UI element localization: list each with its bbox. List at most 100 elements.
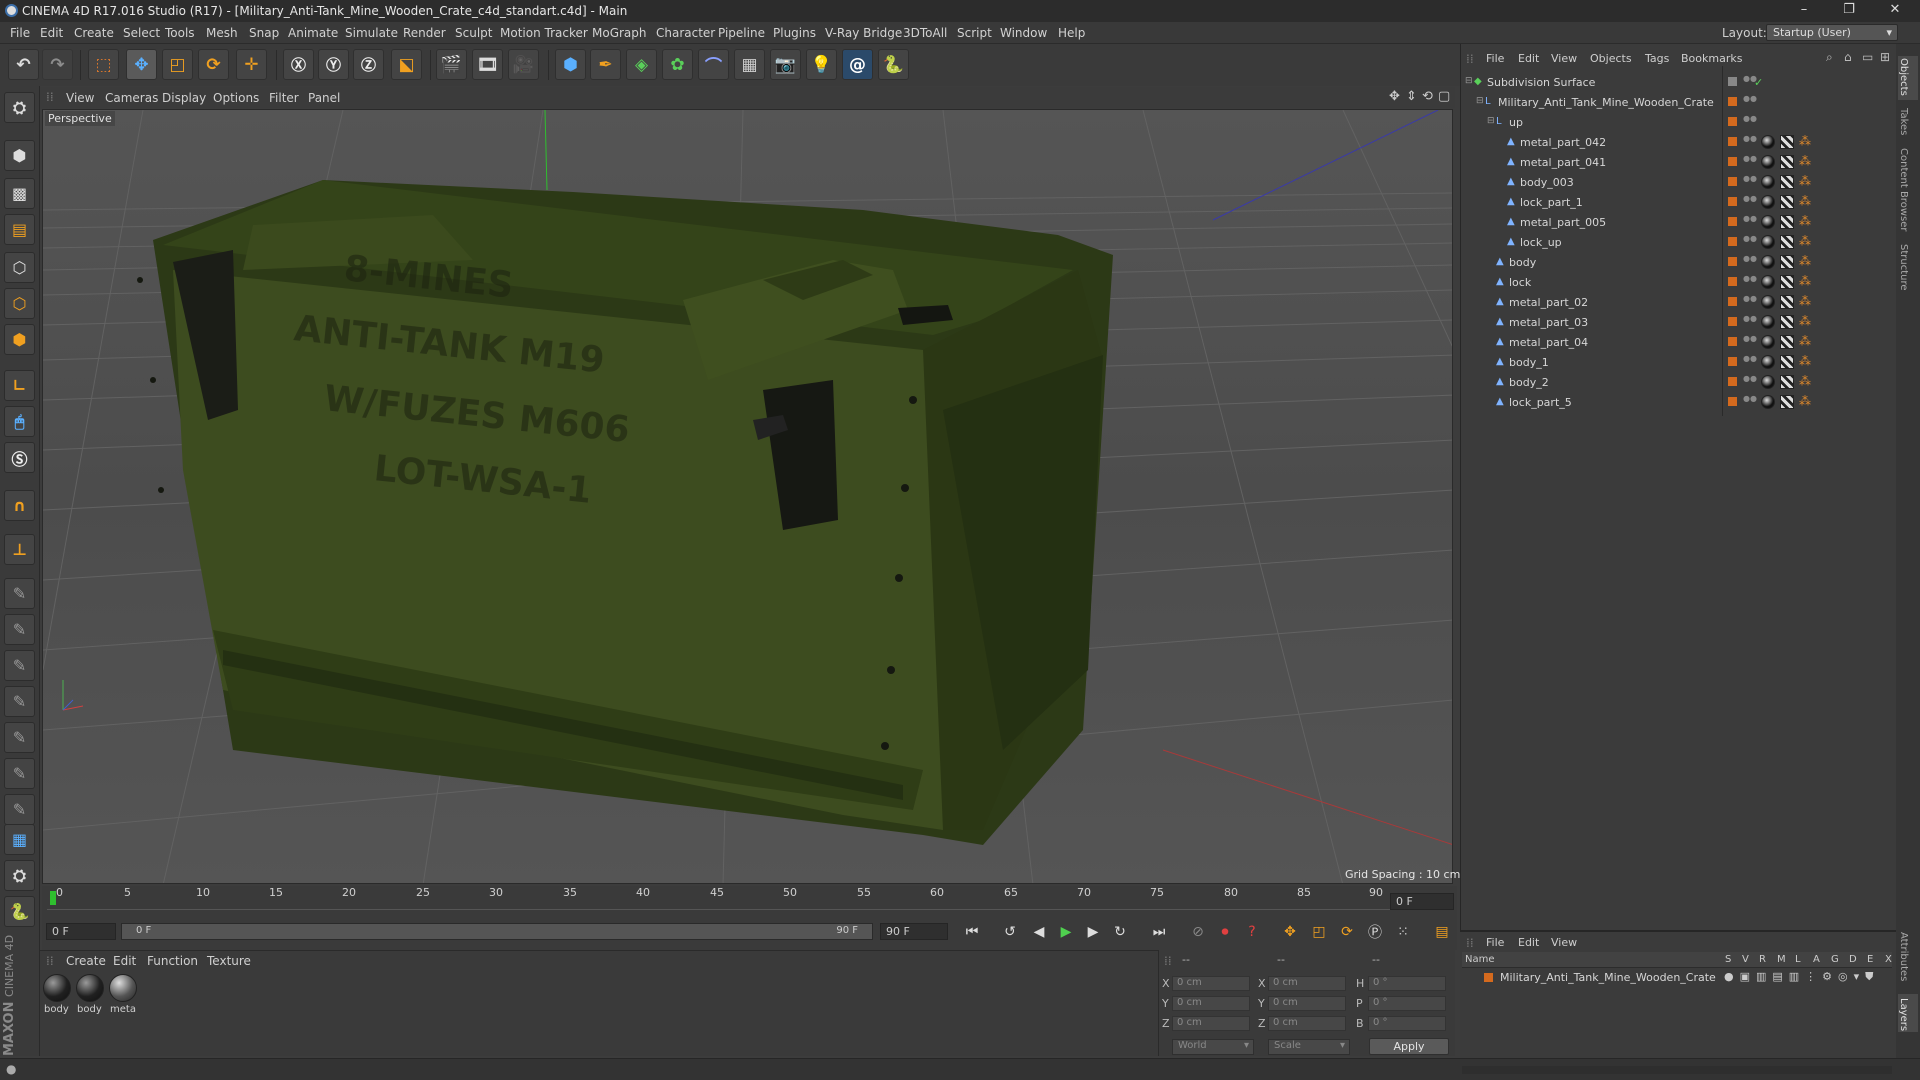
menu-snap[interactable]: Snap	[249, 26, 279, 40]
menu-animate[interactable]: Animate	[288, 26, 338, 40]
material-swatch[interactable]	[76, 974, 104, 1002]
material-swatch[interactable]	[43, 974, 71, 1002]
object-tree-row[interactable]: ⊟ ◆ Subdivision Surface ●● ✓	[1464, 72, 1896, 92]
visibility-dots-icon[interactable]: ●●	[1743, 355, 1757, 369]
menu-vray-bridge[interactable]: V-Ray Bridge	[825, 26, 902, 40]
minimize-button[interactable]: –	[1789, 2, 1819, 20]
expand-toggle-icon[interactable]: ⊟	[1465, 76, 1473, 86]
side-tab-takes[interactable]: Takes	[1898, 108, 1909, 135]
texture-tag-icon[interactable]	[1780, 175, 1794, 189]
python-left-button[interactable]: 🐍	[4, 896, 35, 927]
menu-create[interactable]: Create	[74, 26, 114, 40]
brush-tool-3-button[interactable]: ✎	[4, 650, 35, 681]
layer-color-swatch[interactable]	[1728, 177, 1737, 186]
texture-tag-icon[interactable]	[1780, 195, 1794, 209]
object-tree-row[interactable]: ▲ metal_part_02 ●● ⁂	[1464, 292, 1896, 312]
phong-tag-icon[interactable]: ⁂	[1799, 194, 1811, 208]
next-key-button[interactable]: ↻	[1108, 921, 1132, 943]
expand-toggle-icon[interactable]: ⊟	[1476, 96, 1484, 106]
layer-color-swatch[interactable]	[1728, 297, 1737, 306]
phong-tag-icon[interactable]: ⁂	[1799, 174, 1811, 188]
brush-tool-1-button[interactable]: ✎	[4, 578, 35, 609]
material-tag-icon[interactable]	[1761, 175, 1775, 189]
material-swatch[interactable]	[109, 974, 137, 1002]
key-parameter-button[interactable]: Ⓟ	[1363, 921, 1387, 943]
material-tag-icon[interactable]	[1761, 215, 1775, 229]
maximize-panel-icon[interactable]: ⊞	[1880, 50, 1890, 64]
texture-tag-icon[interactable]	[1780, 215, 1794, 229]
layer-color-swatch[interactable]	[1728, 97, 1737, 106]
material-tag-icon[interactable]	[1761, 275, 1775, 289]
light-button[interactable]: 💡	[806, 49, 837, 80]
side-tab-content-browser[interactable]: Content Browser	[1898, 148, 1909, 231]
material-tag-icon[interactable]	[1761, 295, 1775, 309]
current-frame-field[interactable]: 0 F	[1390, 893, 1454, 910]
layer-scrollbar[interactable]	[1462, 1066, 1892, 1074]
viewport-menu-options[interactable]: Options	[213, 91, 259, 105]
visibility-dots-icon[interactable]: ●●	[1743, 195, 1757, 209]
phong-tag-icon[interactable]: ⁂	[1799, 134, 1811, 148]
texture-tag-icon[interactable]	[1780, 235, 1794, 249]
apply-button[interactable]: Apply	[1369, 1038, 1449, 1055]
brush-tool-4-button[interactable]: ✎	[4, 686, 35, 717]
layer-col-manager[interactable]: M	[1777, 954, 1786, 965]
material-tag-icon[interactable]	[1761, 355, 1775, 369]
viewport-menu-cameras[interactable]: Cameras	[105, 91, 158, 105]
solo-button[interactable]: Ⓢ	[4, 442, 35, 473]
drag-handle-icon[interactable]: ⁞⁞	[1164, 954, 1172, 968]
deformer-button[interactable]: ⌒	[698, 49, 729, 80]
size-z-field[interactable]: 0 cm	[1268, 1016, 1346, 1031]
viewport-move-icon[interactable]: ✥	[1389, 89, 1400, 104]
phong-tag-icon[interactable]: ⁂	[1799, 294, 1811, 308]
layer-col-solo[interactable]: S	[1725, 954, 1731, 965]
material-menu-edit[interactable]: Edit	[113, 954, 136, 968]
rot-p-field[interactable]: 0 °	[1368, 996, 1446, 1011]
layer-col-locked[interactable]: L	[1795, 954, 1801, 965]
material-menu-create[interactable]: Create	[66, 954, 106, 968]
home-icon[interactable]: ⌂	[1844, 50, 1852, 64]
object-tree-row[interactable]: ▲ body_2 ●● ⁂	[1464, 372, 1896, 392]
maximize-button[interactable]: ❐	[1834, 2, 1864, 20]
menu-help[interactable]: Help	[1058, 26, 1085, 40]
points-mode-button[interactable]: ⬡	[4, 252, 35, 283]
coordinate-mode-dropdown[interactable]: Scale ▾	[1268, 1039, 1350, 1055]
size-x-field[interactable]: 0 cm	[1268, 976, 1346, 991]
menu-select[interactable]: Select	[123, 26, 160, 40]
recent-tools-button[interactable]: ✛	[236, 49, 267, 80]
new-view-icon[interactable]: ▭	[1862, 50, 1873, 64]
rot-b-field[interactable]: 0 °	[1368, 1016, 1446, 1031]
layer-color-swatch[interactable]	[1728, 117, 1737, 126]
texture-tag-icon[interactable]	[1780, 375, 1794, 389]
material-menu-function[interactable]: Function	[147, 954, 198, 968]
layer-color-swatch[interactable]	[1728, 377, 1737, 386]
material-tag-icon[interactable]	[1761, 195, 1775, 209]
om-menu-view[interactable]: View	[1551, 52, 1577, 65]
floor-button[interactable]: ▦	[734, 49, 765, 80]
viewport-menu-filter[interactable]: Filter	[269, 91, 299, 105]
object-tree-row[interactable]: ▲ metal_part_04 ●● ⁂	[1464, 332, 1896, 352]
menu-simulate[interactable]: Simulate	[345, 26, 398, 40]
object-tree-row[interactable]: ▲ metal_part_041 ●● ⁂	[1464, 152, 1896, 172]
brush-tool-7-button[interactable]: ✎	[4, 794, 35, 825]
visibility-dots-icon[interactable]: ●●	[1743, 335, 1757, 349]
move-tool-button[interactable]: ✥	[126, 49, 157, 80]
brush-tool-2-button[interactable]: ✎	[4, 614, 35, 645]
layer-col-deformers[interactable]: D	[1849, 954, 1857, 965]
coordinate-system-button[interactable]: ⬕	[391, 49, 422, 80]
menu-mesh[interactable]: Mesh	[206, 26, 238, 40]
autokey-button[interactable]: ⏺	[1213, 921, 1237, 943]
side-tab-objects[interactable]: Objects	[1898, 58, 1909, 96]
object-tree-row[interactable]: ▲ body ●● ⁂	[1464, 252, 1896, 272]
layout-dropdown[interactable]: Startup (User) ▾	[1766, 24, 1898, 41]
visibility-dots-icon[interactable]: ●●	[1743, 375, 1757, 389]
material-tag-icon[interactable]	[1761, 375, 1775, 389]
key-position-button[interactable]: ✥	[1278, 921, 1302, 943]
visibility-dots-icon[interactable]: ●●	[1743, 215, 1757, 229]
viewport-menu-panel[interactable]: Panel	[308, 91, 340, 105]
undo-button[interactable]: ↶	[8, 49, 39, 80]
make-editable-button[interactable]: ⛭	[4, 92, 35, 123]
render-view-button[interactable]: 🎬	[436, 49, 467, 80]
texture-tag-icon[interactable]	[1780, 275, 1794, 289]
layer-color-swatch[interactable]	[1728, 237, 1737, 246]
snap-button[interactable]: ∩	[4, 490, 35, 521]
